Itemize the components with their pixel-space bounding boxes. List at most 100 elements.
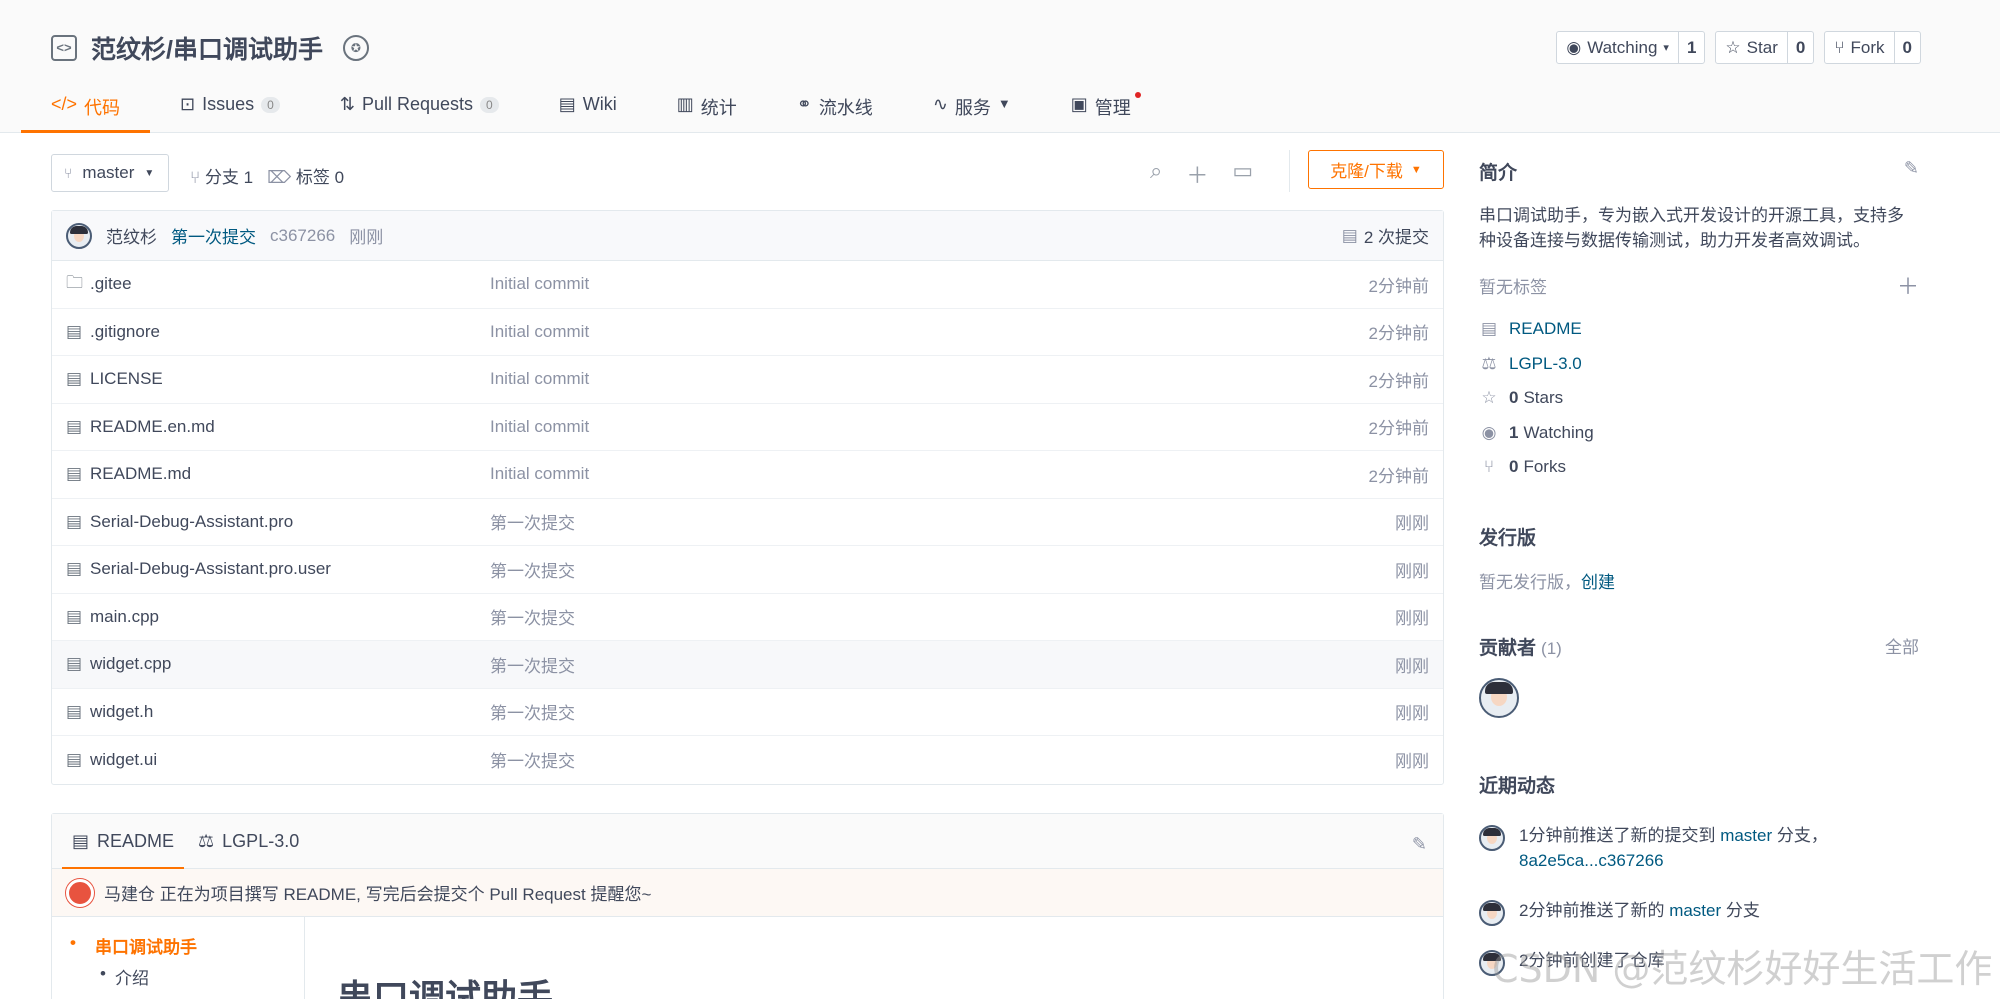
avatar[interactable] — [1479, 678, 1519, 718]
eye-icon: ◉ — [1566, 37, 1582, 57]
contributors-all-link[interactable]: 全部 — [1885, 633, 1919, 658]
watch-count[interactable]: 1 — [1679, 32, 1704, 63]
tab-stats[interactable]: ▥ 统计 — [677, 86, 737, 133]
edit-icon[interactable]: ✎ — [1412, 834, 1427, 855]
tab-wiki[interactable]: ▤ Wiki — [559, 86, 617, 133]
tags-link[interactable]: ⌦ 标签 0 — [267, 163, 344, 188]
tab-readme[interactable]: ▤ README — [61, 814, 185, 869]
file-name-link[interactable]: widget.ui — [90, 750, 490, 770]
fork-icon: ⑂ — [1483, 457, 1495, 477]
add-tag-icon[interactable]: ＋ — [1897, 269, 1919, 301]
file-commit-link[interactable]: 第一次提交 — [490, 699, 1395, 724]
edit-icon[interactable]: ✎ — [1904, 158, 1919, 179]
repo-title: <> 范纹杉/串口调试助手 ✪ — [51, 30, 369, 66]
watch-button[interactable]: ◉ Watching ▾ 1 — [1556, 31, 1706, 64]
file-icon: ▤ — [66, 606, 83, 626]
create-release-link[interactable]: 创建 — [1581, 573, 1615, 592]
license-link[interactable]: LGPL-3.0 — [1509, 354, 1582, 374]
tab-pipeline[interactable]: ⚭ 流水线 — [797, 86, 873, 133]
avatar[interactable] — [66, 222, 92, 249]
caret-down-icon: ▾ — [1663, 42, 1669, 54]
stars-stat[interactable]: ☆ 0 Stars — [1479, 381, 1919, 416]
file-row[interactable]: 🗀 .gitee Initial commit 2分钟前 — [52, 261, 1443, 309]
branches-link[interactable]: ⑂ 分支 1 — [190, 163, 253, 188]
file-name-link[interactable]: widget.h — [90, 702, 490, 722]
book-icon: ▤ — [558, 94, 576, 114]
file-name-link[interactable]: README.md — [90, 464, 490, 484]
recommended-badge-icon[interactable]: ✪ — [342, 35, 369, 61]
file-row[interactable]: ▤ Serial-Debug-Assistant.pro 第一次提交 刚刚 — [52, 499, 1443, 546]
branch-link[interactable]: master — [1669, 901, 1721, 920]
activity-text: 分支， — [1772, 826, 1828, 845]
forks-stat[interactable]: ⑂ 0 Forks — [1479, 450, 1919, 485]
file-commit-link[interactable]: Initial commit — [490, 322, 1369, 342]
file-commit-link[interactable]: 第一次提交 — [490, 604, 1395, 629]
file-name-link[interactable]: Serial-Debug-Assistant.pro — [90, 512, 490, 532]
file-row[interactable]: ▤ widget.ui 第一次提交 刚刚 — [52, 736, 1443, 784]
file-icon: ▤ — [66, 511, 83, 531]
tab-label: 统计 — [700, 98, 737, 118]
branch-select[interactable]: ⑂ master ▼ — [51, 154, 169, 192]
file-row[interactable]: ▤ main.cpp 第一次提交 刚刚 — [52, 594, 1443, 641]
compare-link[interactable]: 8a2e5ca...c367266 — [1519, 851, 1664, 870]
avatar[interactable] — [1479, 825, 1505, 851]
file-row[interactable]: ▤ README.en.md Initial commit 2分钟前 — [52, 404, 1443, 451]
file-name-link[interactable]: Serial-Debug-Assistant.pro.user — [90, 559, 490, 579]
issue-icon: ⊡ — [180, 94, 196, 114]
file-row[interactable]: ▤ README.md Initial commit 2分钟前 — [52, 451, 1443, 499]
file-row[interactable]: ▤ widget.cpp 第一次提交 刚刚 — [52, 641, 1443, 689]
commit-author-link[interactable]: 范纹杉 — [106, 223, 157, 248]
pipeline-icon: ⚭ — [796, 94, 812, 114]
branch-link[interactable]: master — [1720, 826, 1772, 845]
file-name-link[interactable]: .gitignore — [90, 322, 490, 342]
avatar[interactable] — [1479, 900, 1505, 926]
fork-label: Fork — [1850, 37, 1885, 57]
tab-code[interactable]: </> 代码 — [20, 86, 151, 133]
avatar[interactable] — [1479, 950, 1505, 976]
file-commit-link[interactable]: 第一次提交 — [490, 747, 1395, 772]
repo-name-link[interactable]: 范纹杉/串口调试助手 — [91, 30, 323, 66]
file-time: 2分钟前 — [1368, 324, 1429, 344]
file-commit-link[interactable]: Initial commit — [490, 464, 1369, 484]
file-commit-link[interactable]: Initial commit — [490, 274, 1369, 294]
toc-item[interactable]: 串口调试助手 — [70, 933, 304, 958]
search-icon[interactable]: ⌕ — [1150, 158, 1162, 190]
file-row[interactable]: ▤ .gitignore Initial commit 2分钟前 — [52, 309, 1443, 356]
fork-count[interactable]: 0 — [1895, 32, 1920, 63]
branch-icon: ⑂ — [64, 165, 73, 181]
readme-link[interactable]: README — [1509, 319, 1582, 339]
tab-license[interactable]: ⚖ LGPL-3.0 — [198, 814, 299, 869]
file-commit-link[interactable]: 第一次提交 — [490, 557, 1395, 582]
activity-text: 2分钟前推送了新的 — [1519, 901, 1670, 920]
file-row[interactable]: ▤ widget.h 第一次提交 刚刚 — [52, 689, 1443, 736]
file-commit-link[interactable]: 第一次提交 — [490, 652, 1395, 677]
commit-message-link[interactable]: 第一次提交 — [171, 223, 256, 248]
tab-manage[interactable]: ▣ 管理 — [1071, 86, 1141, 133]
file-commit-link[interactable]: 第一次提交 — [490, 509, 1395, 534]
plus-icon[interactable]: ＋ — [1186, 158, 1208, 190]
fork-icon: ⑂ — [1834, 37, 1845, 57]
file-commit-link[interactable]: Initial commit — [490, 417, 1369, 437]
fork-button[interactable]: ⑂ Fork 0 — [1824, 31, 1921, 64]
tab-issues[interactable]: ⊡ Issues 0 — [180, 86, 280, 133]
star-count[interactable]: 0 — [1788, 32, 1813, 63]
commit-count-link[interactable]: ▤ 2 次提交 — [1342, 223, 1429, 248]
file-name-link[interactable]: .gitee — [90, 274, 490, 294]
tab-services[interactable]: ∿ 服务 ▼ — [933, 86, 1011, 133]
clone-download-button[interactable]: 克隆/下载 ▼ — [1308, 150, 1444, 189]
tab-pull-requests[interactable]: ⇅ Pull Requests 0 — [340, 86, 499, 133]
file-name-link[interactable]: main.cpp — [90, 607, 490, 627]
file-row[interactable]: ▤ LICENSE Initial commit 2分钟前 — [52, 356, 1443, 404]
toc-item[interactable]: 介绍 — [70, 964, 304, 989]
file-commit-link[interactable]: Initial commit — [490, 369, 1369, 389]
commit-hash-link[interactable]: c367266 — [270, 226, 335, 246]
star-button[interactable]: ☆ Star 0 — [1715, 31, 1815, 64]
activity-item: 2分钟前推送了新的 master 分支 — [1479, 898, 1919, 948]
file-name-link[interactable]: LICENSE — [90, 369, 490, 389]
watching-stat[interactable]: ◉ 1 Watching — [1479, 416, 1919, 451]
file-row[interactable]: ▤ Serial-Debug-Assistant.pro.user 第一次提交 刚刚 — [52, 546, 1443, 594]
file-name-link[interactable]: README.en.md — [90, 417, 490, 437]
file-name-link[interactable]: widget.cpp — [90, 654, 490, 674]
monitor-icon[interactable]: ▭ — [1232, 158, 1253, 190]
commits-icon: ▤ — [1341, 225, 1358, 245]
